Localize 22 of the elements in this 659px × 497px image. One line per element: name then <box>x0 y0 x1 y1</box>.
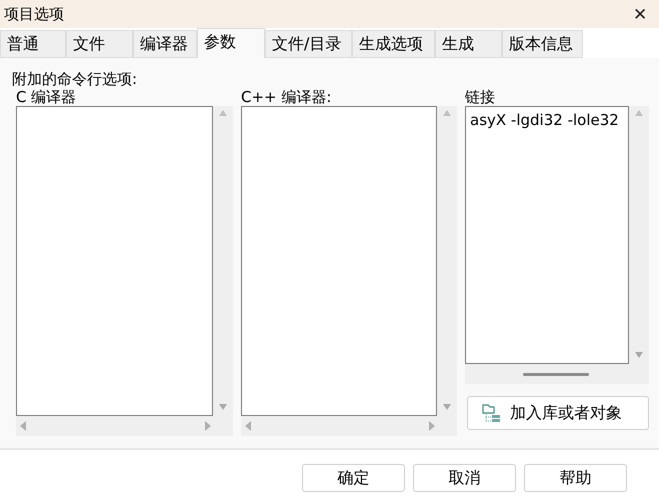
dialog-button[interactable]: 取消 <box>413 464 516 492</box>
tab[interactable]: 生成 <box>435 30 502 58</box>
tab[interactable]: 版本信息 <box>502 30 583 58</box>
window-title: 项目选项 <box>4 4 64 24</box>
tab[interactable]: 生成选项 <box>352 30 435 58</box>
tab[interactable]: 编译器 <box>133 30 197 58</box>
column-label: C++ 编译器: <box>241 88 332 106</box>
tab[interactable]: 参数 <box>197 28 265 58</box>
tab[interactable]: 文件/目录 <box>265 30 352 58</box>
options-field[interactable]: asyX -lgdi32 -lole32 <box>465 106 629 364</box>
tab[interactable]: 文件 <box>66 30 133 58</box>
section-label: 附加的命令行选项: <box>12 70 138 88</box>
dialog-button[interactable]: 确定 <box>302 464 405 492</box>
options-field[interactable] <box>241 106 437 416</box>
close-button[interactable]: ✕ <box>629 4 651 24</box>
column-label: C 编译器 <box>16 88 78 106</box>
add-library-button[interactable]: 加入库或者对象 <box>467 396 649 430</box>
column-label: 链接 <box>465 88 496 106</box>
dialog-button[interactable]: 帮助 <box>524 464 627 492</box>
options-field[interactable] <box>16 106 213 416</box>
tab[interactable]: 普通 <box>0 30 66 58</box>
folder-tree-icon <box>482 403 502 423</box>
